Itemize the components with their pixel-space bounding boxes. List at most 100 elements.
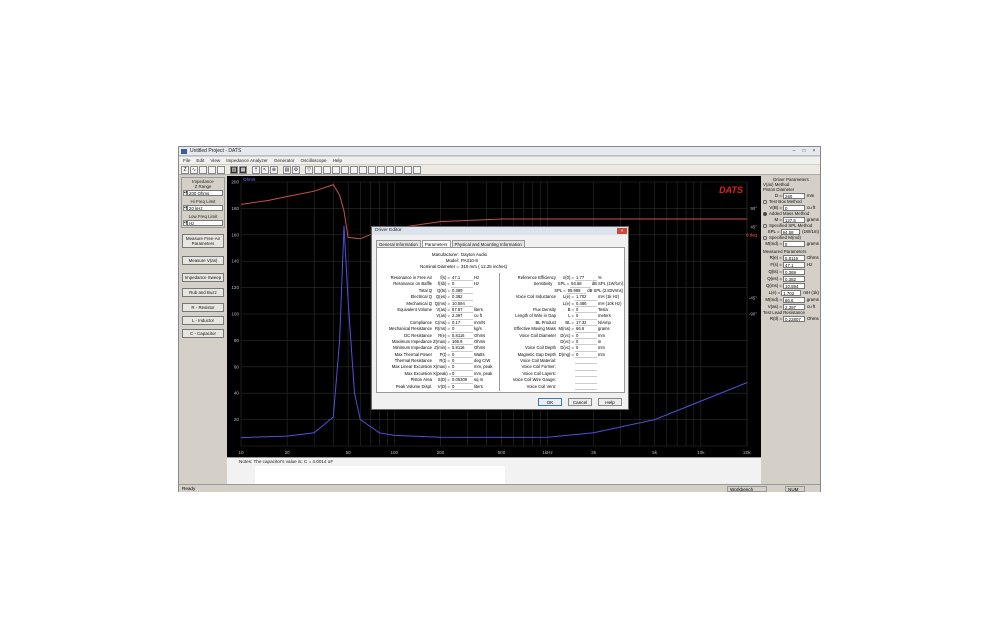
blank-tool-icon[interactable] [350, 165, 358, 174]
y-tick-label: 120 [231, 285, 239, 290]
impedance-sweep-button[interactable]: Impedance Sweep [182, 273, 224, 282]
measured-value: 1.702 [781, 289, 802, 296]
blank-tool-icon[interactable] [217, 165, 225, 174]
blank-tool-icon[interactable] [404, 165, 412, 174]
dialog-close-button[interactable]: × [617, 228, 627, 234]
menu-generator[interactable]: Generator [274, 158, 295, 163]
menu-oscilloscope[interactable]: Oscilloscope [301, 158, 327, 163]
hi-freq-field[interactable]: 20 kHz [187, 205, 223, 211]
y-tick-label: 160 [231, 232, 239, 237]
added-mass-label: Added Mass Method [769, 211, 810, 216]
d-unit: mm [807, 193, 815, 198]
print-tool-icon[interactable]: ▤ [283, 165, 291, 174]
blank-tool-icon[interactable] [359, 165, 367, 174]
blank-tool-icon[interactable] [395, 165, 403, 174]
y-tick-label: 40 [234, 391, 240, 396]
mmd-field[interactable]: 0 [782, 240, 805, 247]
param-value [575, 384, 597, 391]
measured-label: Q(es) = [767, 276, 782, 281]
blank-tool-icon[interactable] [413, 165, 421, 174]
minimize-button[interactable]: – [791, 148, 797, 154]
resistor-button[interactable]: R - Resistor [182, 303, 224, 312]
specified-spl-radio[interactable] [763, 223, 767, 228]
close-button[interactable]: × [811, 148, 817, 154]
capacitor-button[interactable]: C - Capacitor [182, 329, 224, 338]
blank-tool-icon[interactable] [208, 165, 216, 174]
chart-tool-icon[interactable]: ▥ [230, 165, 238, 174]
brand-logo: DATS [719, 185, 743, 195]
z-range-field[interactable]: 200 Ohms [187, 190, 223, 196]
blank-tool-icon[interactable] [341, 165, 349, 174]
marker-tool-icon[interactable]: † [252, 165, 260, 174]
y-tick-label: 100 [231, 312, 239, 317]
left-param-list: Resonance in Free Air f(s) = 47.1 Hz Resonan… [377, 275, 499, 391]
spl-field[interactable]: 94.58 [780, 228, 801, 235]
wave-tool-icon[interactable]: ∿ [190, 165, 198, 174]
settings-tool-icon[interactable]: ⚙ [292, 165, 300, 174]
model-value[interactable]: PA310-8 [461, 258, 478, 263]
param-label: Voice Coil Vent: [526, 383, 556, 389]
measured-value: 5.8116 [783, 254, 805, 261]
x-tick-label: 5k [652, 450, 658, 455]
blank-tool-icon[interactable] [323, 165, 331, 174]
inductor-button[interactable]: L - Inductor [182, 316, 224, 325]
notes-area: Notes: The capacitor's value is: C = 4.0… [227, 457, 761, 485]
ok-button[interactable]: OK [538, 398, 562, 406]
m-field[interactable]: 127.5 [782, 216, 805, 223]
measured-value: 66.6 [782, 296, 805, 303]
mmd-label: M(md) = [765, 241, 782, 246]
blank-tool-icon[interactable] [314, 165, 322, 174]
x-tick-label: 10 [238, 450, 244, 455]
added-mass-radio[interactable] [763, 211, 767, 216]
test-box-radio[interactable] [763, 199, 767, 204]
maximize-button[interactable]: □ [801, 148, 807, 154]
manufacturer-value[interactable]: Dayton Audio [461, 252, 487, 257]
menu-file[interactable]: File [183, 158, 190, 163]
y-tick-label: 60 [234, 364, 240, 369]
cursor-tool-icon[interactable]: ↖ [261, 165, 269, 174]
y-tick-label: 20 [234, 417, 240, 422]
right-panel: Driver Parameters V(as) Method Piston Di… [762, 176, 820, 484]
title-bar: Untitled Project - DATS – □ × [179, 147, 820, 156]
notes-field[interactable] [255, 466, 505, 485]
menu-impedance-analyzer[interactable]: Impedance Analyzer [226, 158, 268, 163]
status-workbench: Workbench [727, 486, 767, 492]
measured-label: L(e) = [768, 290, 781, 295]
menu-help[interactable]: Help [333, 158, 342, 163]
d-field[interactable]: 260 [783, 192, 805, 199]
column-divider [499, 273, 500, 391]
vb-unit: cu ft [807, 205, 816, 210]
menu-view[interactable]: View [210, 158, 220, 163]
measure-free-air-button[interactable]: Measure Free-Air Parameters [182, 234, 224, 248]
blank-tool-icon[interactable] [332, 165, 340, 174]
specified-mmd-label: Specified M(md) [769, 235, 801, 240]
low-freq-field[interactable]: Hz [187, 220, 223, 226]
param-symbol: V(D) = [437, 383, 450, 389]
phase-tick-label: -45° [749, 296, 757, 301]
phase-tick-label: -90° [749, 312, 757, 317]
blank-tool-icon[interactable] [377, 165, 385, 174]
cancel-button[interactable]: Cancel [568, 398, 592, 406]
rtl-field[interactable]: 0.22807 [783, 315, 805, 322]
graph-tool-icon[interactable]: ▦ [239, 165, 247, 174]
zoom-tool-icon[interactable]: ⊕ [270, 165, 278, 174]
window-title: Untitled Project - DATS [190, 148, 242, 154]
help-button[interactable]: Help [598, 398, 622, 406]
impedance-tool-button[interactable]: Z [181, 165, 189, 174]
measured-label: M(md) = [765, 297, 782, 302]
param-unit: mm [598, 351, 605, 357]
filter-tool-icon[interactable]: ▽ [305, 165, 313, 174]
blank-tool-icon[interactable] [386, 165, 394, 174]
blank-tool-icon[interactable] [368, 165, 376, 174]
blank-tool-icon[interactable] [199, 165, 207, 174]
phase-tick-label: 45° [750, 224, 757, 229]
nominal-diameter-value[interactable]: 310 mm ( 12.25 inches) [461, 264, 507, 269]
measured-value: 2.397 [783, 303, 805, 310]
rub-and-buzz-button[interactable]: Rub and Buzz [182, 288, 224, 297]
specified-mmd-radio[interactable] [763, 235, 767, 240]
vb-field[interactable]: 0 [783, 204, 805, 211]
phase-tick-label: 90° [750, 206, 757, 211]
param-value[interactable]: 0 [451, 384, 473, 391]
measure-vas-button[interactable]: Measure V(as) [182, 256, 224, 265]
menu-edit[interactable]: Edit [196, 158, 204, 163]
